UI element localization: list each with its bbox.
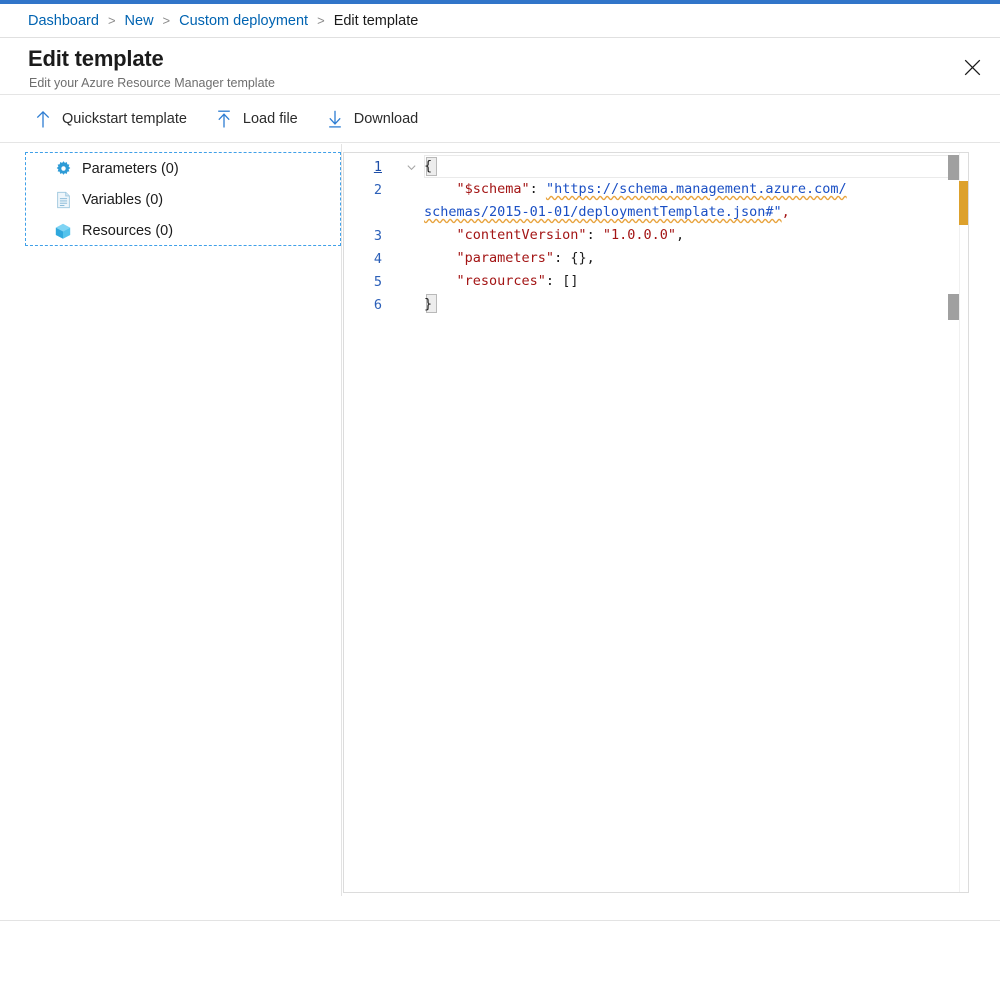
- quickstart-template-button[interactable]: Quickstart template: [26, 103, 197, 135]
- token-comma: ,: [676, 227, 684, 243]
- command-toolbar: Quickstart template Load file Downlo: [0, 96, 1000, 143]
- line-number: 6: [344, 294, 382, 317]
- editor-surface[interactable]: 1 2 3 4 5 6 { "$schema":: [344, 153, 969, 892]
- tree-item-variables-label: Variables (0): [82, 192, 163, 208]
- download-button[interactable]: Download: [318, 103, 429, 135]
- editor-gutter: 1 2 3 4 5 6: [344, 153, 424, 892]
- scrollbar-selection-marker: [948, 294, 959, 320]
- parameters-gear-icon: [52, 159, 74, 179]
- breadcrumb-separator: >: [108, 13, 116, 28]
- page-title: Edit template: [28, 46, 164, 72]
- breadcrumb-item-custom-deployment[interactable]: Custom deployment: [179, 13, 308, 29]
- code-line-6: }: [424, 293, 948, 316]
- breadcrumb-separator: >: [163, 13, 171, 28]
- action-bar: Save Discard: [0, 921, 1000, 988]
- edit-template-blade: Dashboard > New > Custom deployment > Ed…: [0, 0, 1000, 988]
- close-button[interactable]: [950, 45, 994, 89]
- indent: [424, 250, 457, 266]
- resources-cube-icon: [52, 221, 74, 241]
- code-line-4: "parameters": {},: [424, 247, 948, 270]
- upload-icon: [211, 108, 237, 130]
- token-colon: :: [554, 250, 570, 266]
- vertical-scrollbar-thumb[interactable]: [948, 155, 959, 180]
- line-number: 3: [344, 225, 382, 248]
- breadcrumb: Dashboard > New > Custom deployment > Ed…: [0, 4, 1000, 38]
- code-line-2-wrap: schemas/2015-01-01/deploymentTemplate.js…: [344, 201, 948, 224]
- token-schema-url-part2[interactable]: schemas/2015-01-01/deploymentTemplate.js…: [424, 204, 782, 220]
- code-line-5: "resources": []: [424, 270, 948, 293]
- tree-item-parameters[interactable]: Parameters (0): [26, 153, 340, 184]
- quickstart-template-label: Quickstart template: [62, 111, 187, 127]
- load-file-label: Load file: [243, 111, 298, 127]
- warning-marker: [959, 181, 969, 225]
- tree-item-variables[interactable]: Variables (0): [26, 184, 340, 215]
- indent: [424, 181, 457, 197]
- breadcrumb-item-dashboard[interactable]: Dashboard: [28, 13, 99, 29]
- column-divider: [341, 144, 342, 896]
- token-contentversion-value: "1.0.0.0": [603, 227, 676, 243]
- line-number: 5: [344, 271, 382, 294]
- token-contentversion-key: "contentVersion": [457, 227, 587, 243]
- tree-item-resources[interactable]: Resources (0): [26, 215, 340, 246]
- token-schema-key: "$schema": [457, 181, 530, 197]
- close-icon: [964, 59, 981, 76]
- breadcrumb-separator: >: [317, 13, 325, 28]
- variables-document-icon: [52, 190, 74, 210]
- token-comma: ,: [782, 204, 790, 220]
- tree-item-resources-label: Resources (0): [82, 223, 173, 239]
- indent: [424, 273, 457, 289]
- vertical-scrollbar-track[interactable]: [948, 153, 959, 892]
- code-line-1: {: [424, 155, 948, 178]
- code-line-2: "$schema": "https://schema.management.az…: [424, 178, 948, 201]
- token-colon: :: [587, 227, 603, 243]
- token-brace-close: }: [424, 296, 432, 312]
- page-subtitle: Edit your Azure Resource Manager templat…: [29, 76, 275, 90]
- token-parameters-key: "parameters": [457, 250, 555, 266]
- token-colon: :: [546, 273, 562, 289]
- token-brace-open: {: [424, 158, 432, 174]
- code-line-3: "contentVersion": "1.0.0.0",: [424, 224, 948, 247]
- tree-item-parameters-label: Parameters (0): [82, 161, 179, 177]
- token-schema-url-part1[interactable]: "https://schema.management.azure.com/: [546, 181, 847, 197]
- line-number: 2: [344, 179, 382, 202]
- load-file-button[interactable]: Load file: [207, 103, 308, 135]
- token-resources-value: []: [562, 273, 578, 289]
- breadcrumb-item-new[interactable]: New: [125, 13, 154, 29]
- template-outline-panel: Parameters (0) Variables (0) Resourc: [25, 152, 341, 246]
- editor-code-area[interactable]: { "$schema": "https://schema.management.…: [424, 153, 948, 892]
- overview-ruler: [959, 153, 969, 892]
- arrow-up-icon: [30, 108, 56, 130]
- token-comma: ,: [587, 250, 595, 266]
- download-icon: [322, 108, 348, 130]
- token-colon: :: [530, 181, 546, 197]
- template-code-editor[interactable]: 1 2 3 4 5 6 { "$schema":: [343, 152, 969, 893]
- line-number: 1: [344, 156, 382, 179]
- download-label: Download: [354, 111, 419, 127]
- indent: [424, 227, 457, 243]
- token-parameters-value: {}: [570, 250, 586, 266]
- breadcrumb-item-edit-template: Edit template: [334, 13, 419, 29]
- token-resources-key: "resources": [457, 273, 546, 289]
- line-number: 4: [344, 248, 382, 271]
- blade-header: Edit template Edit your Azure Resource M…: [0, 39, 1000, 95]
- chevron-down-icon[interactable]: [404, 156, 418, 179]
